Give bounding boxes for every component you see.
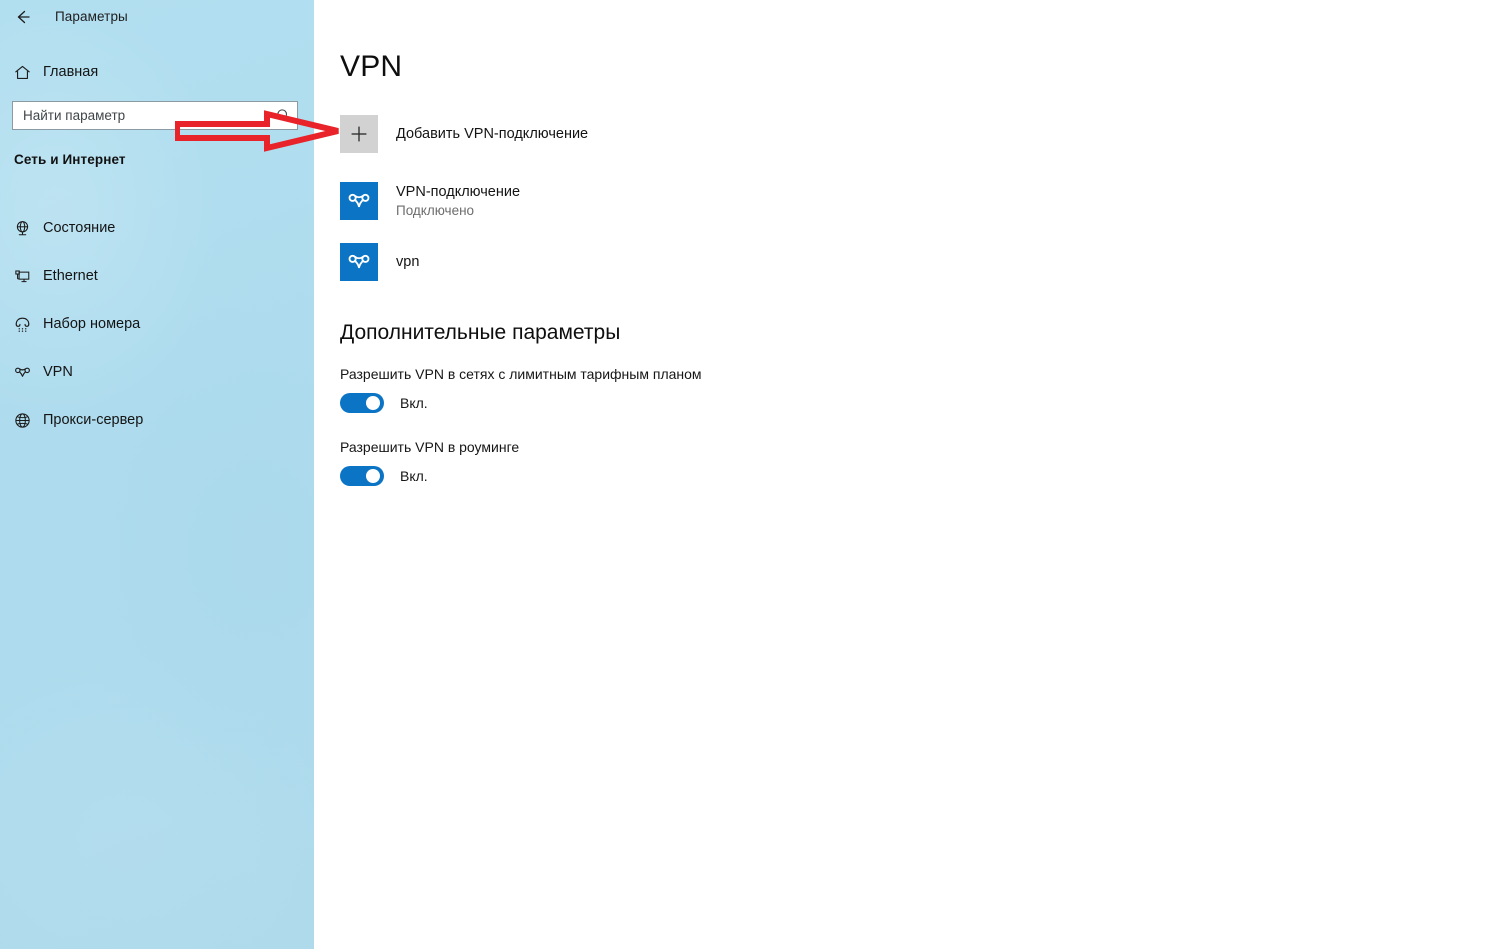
add-vpn-connection-label: Добавить VPN-подключение <box>396 126 589 142</box>
settings-window: Параметры Главная Сеть и Интернет <box>0 0 1492 949</box>
sidebar-section-label: Сеть и Интернет <box>14 152 126 167</box>
toggle-knob <box>366 469 380 483</box>
toggle-row: Вкл. <box>340 393 960 413</box>
toggle-allow-vpn-metered-value: Вкл. <box>400 395 428 411</box>
vpn-connection-item[interactable]: VPN-подключение Подключено <box>340 175 860 227</box>
vpn-knot-icon <box>340 243 378 281</box>
search-icon[interactable] <box>269 102 297 129</box>
sidebar-item-status-label: Состояние <box>43 220 116 236</box>
home-icon <box>2 63 42 82</box>
toggle-allow-vpn-metered[interactable] <box>340 393 384 413</box>
sidebar-item-proxy[interactable]: Прокси-сервер <box>0 396 314 444</box>
toggle-allow-vpn-roaming-value: Вкл. <box>400 468 428 484</box>
vpn-connection-text: VPN-подключение Подключено <box>396 183 520 220</box>
sidebar-item-proxy-label: Прокси-сервер <box>43 412 144 428</box>
vpn-connection-status: Подключено <box>396 202 475 218</box>
sidebar-item-dialup[interactable]: Набор номера <box>0 300 314 348</box>
vpn-knot-icon <box>340 182 378 220</box>
vpn-knot-icon <box>2 363 42 382</box>
dial-up-phone-icon <box>2 315 42 334</box>
page-title: VPN <box>340 50 403 83</box>
advanced-settings-list: Разрешить VPN в сетях с лимитным тарифны… <box>340 366 960 512</box>
sidebar-item-vpn[interactable]: VPN <box>0 348 314 396</box>
main-content: VPN Добавить VPN-подключение VPN-подключ… <box>314 0 1492 949</box>
vpn-connection-list: VPN-подключение Подключено vpn <box>340 175 860 297</box>
sidebar: Параметры Главная Сеть и Интернет <box>0 0 314 949</box>
setting-allow-vpn-roaming-label: Разрешить VPN в роуминге <box>340 439 520 455</box>
sidebar-item-status[interactable]: Состояние <box>0 204 314 252</box>
toggle-allow-vpn-roaming[interactable] <box>340 466 384 486</box>
search-input[interactable] <box>13 102 269 129</box>
plus-icon <box>340 115 378 153</box>
vpn-connection-name: VPN-подключение <box>396 183 521 200</box>
search-box[interactable] <box>12 101 298 130</box>
back-arrow-icon[interactable] <box>10 4 36 30</box>
setting-allow-vpn-metered: Разрешить VPN в сетях с лимитным тарифны… <box>340 366 960 413</box>
setting-allow-vpn-metered-label: Разрешить VPN в сетях с лимитным тарифны… <box>340 366 702 382</box>
setting-allow-vpn-roaming: Разрешить VPN в роуминге Вкл. <box>340 439 960 486</box>
advanced-settings-heading: Дополнительные параметры <box>340 321 621 344</box>
sidebar-item-vpn-label: VPN <box>43 364 73 380</box>
sidebar-item-ethernet-label: Ethernet <box>43 268 98 284</box>
vpn-connection-text: vpn <box>396 253 419 271</box>
title-bar: Параметры <box>0 0 314 34</box>
sidebar-item-dialup-label: Набор номера <box>43 316 141 332</box>
vpn-connection-item[interactable]: vpn <box>340 236 860 288</box>
ethernet-icon <box>2 267 42 286</box>
vpn-connection-name: vpn <box>396 253 420 270</box>
toggle-row: Вкл. <box>340 466 960 486</box>
sidebar-item-home[interactable]: Главная <box>0 55 314 89</box>
sidebar-item-ethernet[interactable]: Ethernet <box>0 252 314 300</box>
toggle-knob <box>366 396 380 410</box>
window-title: Параметры <box>55 9 128 24</box>
network-status-icon <box>2 219 42 238</box>
add-vpn-connection-button[interactable]: Добавить VPN-подключение <box>340 115 588 153</box>
sidebar-item-home-label: Главная <box>43 64 99 80</box>
sidebar-nav: Состояние Ethernet Набор номера VPN Прок… <box>0 204 314 444</box>
globe-proxy-icon <box>2 411 42 430</box>
